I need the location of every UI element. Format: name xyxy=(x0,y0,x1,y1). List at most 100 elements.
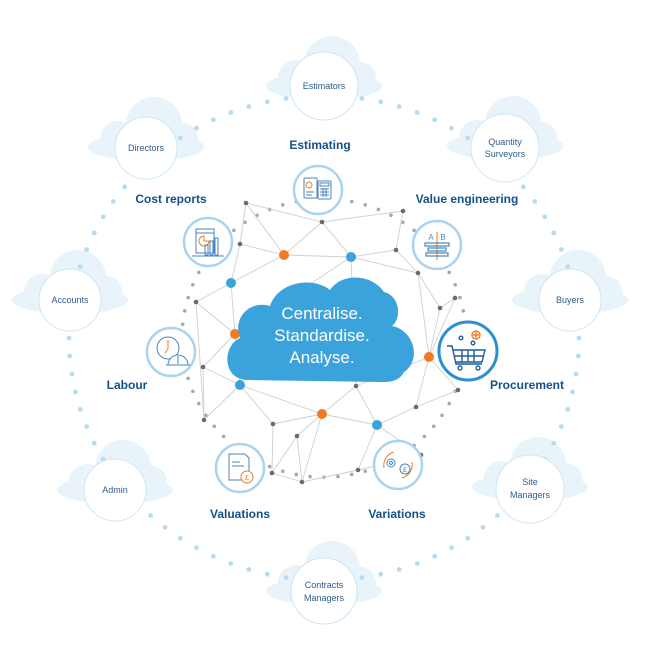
network-edge xyxy=(271,423,274,474)
ring-dot xyxy=(232,228,236,233)
diagram-canvas: Centralise. Standardise. Analyse. Estima… xyxy=(12,36,628,625)
network-node-grey xyxy=(400,208,406,214)
ring-dot xyxy=(212,424,217,429)
ring-dot xyxy=(182,309,187,313)
ring-dot xyxy=(570,389,576,395)
role-label: Quantity xyxy=(488,137,522,147)
role-estimators[interactable]: Estimators xyxy=(289,51,359,121)
network-node-grey xyxy=(319,219,325,225)
ring-dot xyxy=(573,371,579,377)
ring-dot xyxy=(575,353,581,359)
ring-dot xyxy=(246,567,252,572)
network-edge xyxy=(350,256,419,274)
module-variations[interactable]: £ xyxy=(372,439,424,491)
network-node-grey xyxy=(299,479,305,485)
ring-dot xyxy=(465,135,471,141)
ring-dot xyxy=(69,371,75,377)
svg-text:£: £ xyxy=(403,467,407,474)
network-edge xyxy=(415,356,430,408)
ring-dot xyxy=(363,469,368,473)
ring-dot xyxy=(194,545,199,551)
ring-dot xyxy=(283,96,289,101)
ring-dot xyxy=(228,561,234,566)
ring-dot xyxy=(264,571,270,577)
ring-dot xyxy=(465,535,471,541)
ring-dot xyxy=(280,469,285,473)
network-node-grey xyxy=(413,404,419,410)
network-edge xyxy=(272,413,323,425)
role-label: Surveyors xyxy=(485,149,526,159)
ring-dot xyxy=(67,353,73,359)
ring-dot xyxy=(565,407,571,412)
ring-dot xyxy=(283,575,289,580)
network-node-grey xyxy=(393,247,399,253)
ring-dot xyxy=(396,567,402,572)
module-labour[interactable] xyxy=(145,326,197,378)
ring-dot xyxy=(551,440,557,446)
svg-text:£: £ xyxy=(245,475,249,482)
ring-dot xyxy=(349,199,354,204)
ring-dot xyxy=(565,264,571,269)
module-label-labour[interactable]: Labour xyxy=(107,378,148,392)
module-label-variations[interactable]: Variations xyxy=(368,507,425,521)
network-edge xyxy=(230,282,236,335)
network-edge xyxy=(230,243,241,284)
network-edge xyxy=(301,413,323,483)
ring-dot xyxy=(308,474,312,479)
module-ring xyxy=(182,216,234,268)
module-label-value-engineering[interactable]: Value engineering xyxy=(416,192,519,206)
network-node-grey xyxy=(455,387,461,393)
module-label-procurement[interactable]: Procurement xyxy=(490,378,564,392)
network-edge xyxy=(417,272,430,358)
ring-dot xyxy=(376,207,381,212)
ring-dot xyxy=(243,220,247,225)
role-buyers[interactable]: Buyers xyxy=(538,268,602,332)
ring-dot xyxy=(520,184,526,190)
ring-dot xyxy=(532,199,538,204)
role-admin[interactable]: Admin xyxy=(83,458,147,522)
module-valuations[interactable]: £ xyxy=(214,442,266,494)
network-edge xyxy=(321,221,352,258)
ring-dot xyxy=(558,424,564,429)
ring-dot xyxy=(294,472,299,477)
network-edge xyxy=(321,385,357,415)
ring-dot xyxy=(389,213,393,218)
network-node-orange xyxy=(424,352,434,362)
ring-dot xyxy=(378,99,384,105)
role-bubble xyxy=(470,113,540,183)
ring-dot xyxy=(91,440,97,446)
ring-dot xyxy=(228,110,234,115)
ring-dot xyxy=(191,282,195,287)
network-edge xyxy=(415,389,459,408)
network-edge xyxy=(271,435,298,474)
module-label-cost-reports[interactable]: Cost reports xyxy=(135,192,206,206)
ring-dot xyxy=(186,295,190,300)
ring-dot xyxy=(447,401,452,406)
ring-dot xyxy=(180,322,185,327)
module-value-engineering[interactable]: A B xyxy=(411,219,463,271)
role-quantity-surveyors[interactable]: Quantity Surveyors xyxy=(470,113,540,183)
role-accounts[interactable]: Accounts xyxy=(38,268,102,332)
network-edge xyxy=(283,254,352,258)
network-edge xyxy=(203,384,241,421)
ring-dot xyxy=(422,434,427,439)
ring-dot xyxy=(440,413,444,418)
network-node-grey xyxy=(270,421,276,427)
ring-dot xyxy=(194,125,199,131)
module-label-estimating[interactable]: Estimating xyxy=(289,138,350,152)
role-site-managers[interactable]: Site Managers xyxy=(495,454,565,524)
role-contracts-managers[interactable]: Contracts Managers xyxy=(290,557,358,625)
role-directors[interactable]: Directors xyxy=(114,116,178,180)
network-edge xyxy=(417,272,441,309)
module-label-valuations[interactable]: Valuations xyxy=(210,507,270,521)
ring-dot xyxy=(414,561,420,566)
module-cost-reports[interactable] xyxy=(182,216,234,268)
svg-text:A: A xyxy=(428,233,434,242)
module-estimating[interactable] xyxy=(292,164,344,216)
network-node-grey xyxy=(193,299,199,305)
ring-dot xyxy=(542,214,548,220)
ring-dot xyxy=(432,117,438,123)
ring-dot xyxy=(177,135,183,141)
module-procurement[interactable] xyxy=(437,320,499,382)
ring-dot xyxy=(162,524,168,530)
